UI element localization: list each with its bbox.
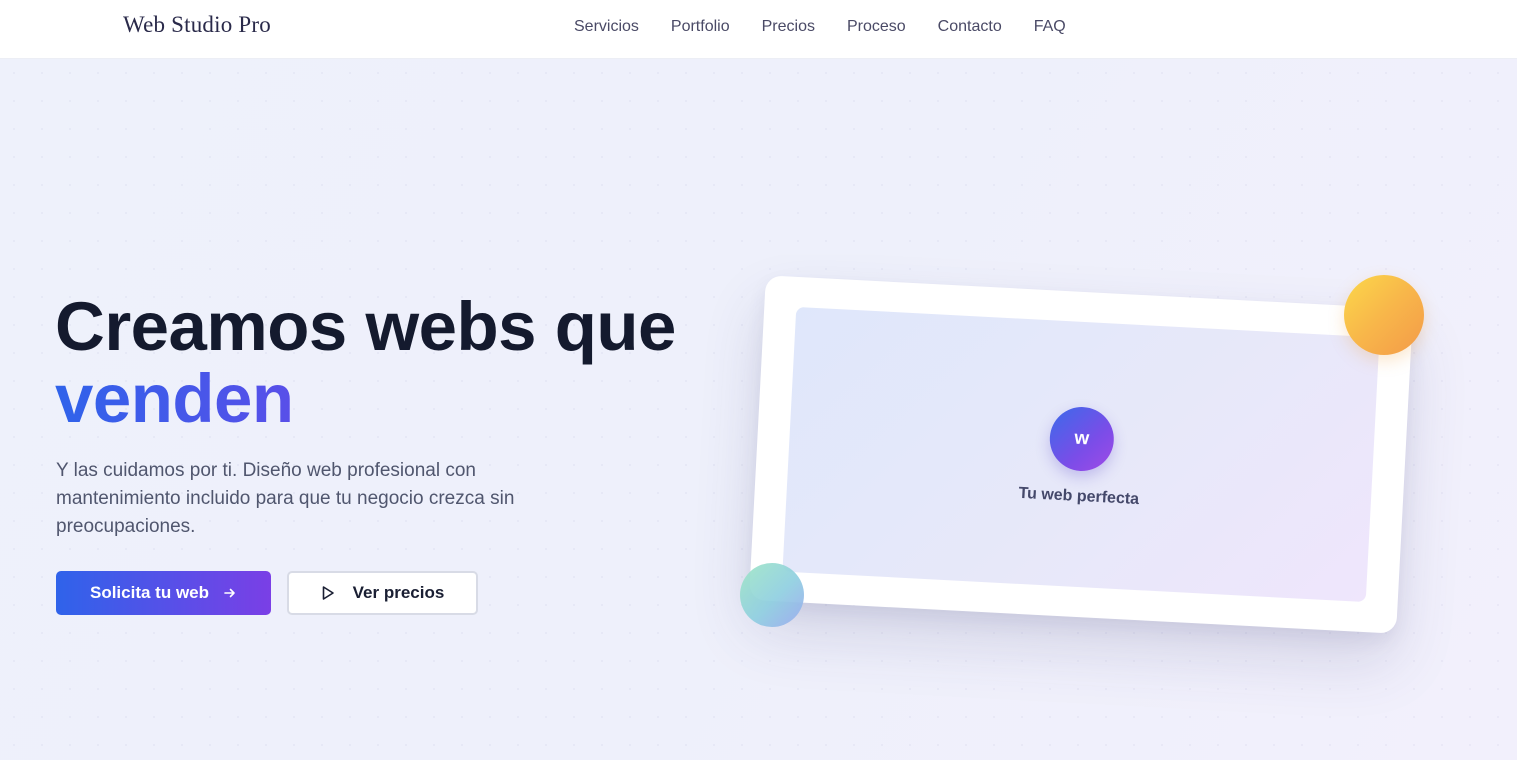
nav-link-portfolio[interactable]: Portfolio xyxy=(671,18,730,36)
nav-link-precios[interactable]: Precios xyxy=(762,18,815,36)
mockup-caption: Tu web perfecta xyxy=(1018,484,1140,509)
mockup-screen: w Tu web perfecta xyxy=(782,306,1380,603)
main-nav: Servicios Portfolio Precios Proceso Cont… xyxy=(574,18,1098,36)
request-web-button-label: Solicita tu web xyxy=(89,583,210,602)
nav-link-contacto[interactable]: Contacto xyxy=(938,18,1002,36)
nav-link-servicios[interactable]: Servicios xyxy=(574,18,639,36)
site-logo[interactable]: Web Studio Pro xyxy=(123,12,271,38)
decorative-orange-orb xyxy=(1344,275,1424,355)
decorative-green-orb xyxy=(740,563,804,627)
arrow-right-icon xyxy=(223,586,237,600)
hero-title: Creamos webs que venden xyxy=(55,291,676,435)
view-prices-button[interactable]: Ver precios xyxy=(287,571,478,615)
request-web-button[interactable]: Solicita tu web xyxy=(56,571,271,615)
nav-link-faq[interactable]: FAQ xyxy=(1034,18,1066,36)
play-icon xyxy=(321,585,335,601)
website-mockup-card: w Tu web perfecta xyxy=(748,275,1414,634)
hero-title-line1: Creamos webs que xyxy=(55,288,676,365)
site-header: Web Studio Pro Servicios Portfolio Preci… xyxy=(0,0,1517,59)
view-prices-button-label: Ver precios xyxy=(352,583,445,602)
mockup-logo-badge: w xyxy=(1048,405,1116,473)
hero-section: Creamos webs que venden Y las cuidamos p… xyxy=(0,59,1517,760)
hero-title-accent: venden xyxy=(55,363,676,435)
hero-subtitle: Y las cuidamos por ti. Diseño web profes… xyxy=(56,460,515,537)
nav-link-proceso[interactable]: Proceso xyxy=(847,18,906,36)
